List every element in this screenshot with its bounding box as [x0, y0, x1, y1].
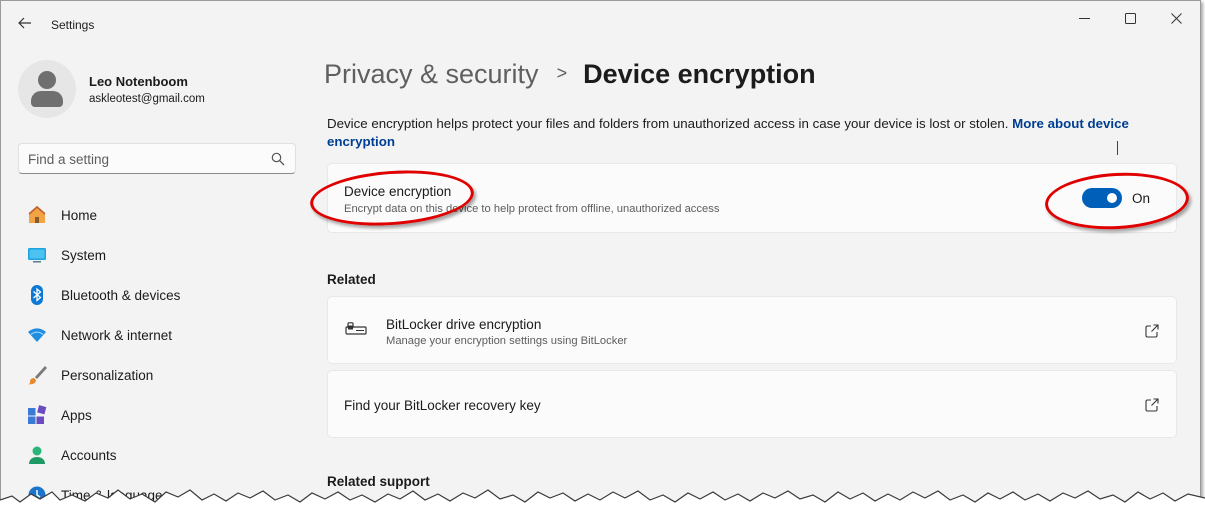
- card-subtitle: Manage your encryption settings using Bi…: [386, 335, 628, 347]
- card-title: Find your BitLocker recovery key: [344, 398, 541, 413]
- sidebar-item-label: Personalization: [61, 367, 154, 383]
- page-description: Device encryption helps protect your fil…: [327, 115, 1177, 151]
- profile-email: askleotest@gmail.com: [89, 92, 205, 105]
- sidebar-item-network[interactable]: Network & internet: [18, 315, 296, 355]
- search-input[interactable]: [28, 150, 268, 168]
- sidebar-item-apps[interactable]: Apps: [18, 395, 296, 435]
- bitlocker-card[interactable]: BitLocker drive encryption Manage your e…: [327, 296, 1177, 364]
- sidebar-nav: Home System Bluetooth & devices Network …: [18, 195, 296, 515]
- bitlocker-key-icon: [345, 322, 367, 335]
- annotation-tick: [1117, 141, 1118, 155]
- sidebar-item-accounts[interactable]: Accounts: [18, 435, 296, 475]
- settings-window: Settings Leo Notenboom askleotest@gmail.…: [0, 0, 1201, 516]
- breadcrumb: Privacy & security > Device encryption: [324, 59, 816, 90]
- open-external-icon[interactable]: [1145, 324, 1159, 338]
- app-title: Settings: [51, 18, 95, 32]
- sidebar-item-label: Apps: [61, 407, 92, 423]
- sidebar-item-home[interactable]: Home: [18, 195, 296, 235]
- device-encryption-toggle[interactable]: [1082, 188, 1122, 208]
- home-icon: [26, 204, 48, 226]
- search-box[interactable]: [18, 143, 296, 174]
- toggle-state-label: On: [1132, 191, 1151, 206]
- avatar: [18, 60, 76, 118]
- back-button[interactable]: [13, 15, 37, 35]
- apps-icon: [26, 404, 48, 426]
- breadcrumb-separator: >: [556, 63, 568, 83]
- minimize-icon: [1078, 17, 1090, 19]
- page-title: Device encryption: [583, 59, 816, 89]
- card-subtitle: Encrypt data on this device to help prot…: [344, 203, 720, 215]
- sidebar-item-bluetooth[interactable]: Bluetooth & devices: [18, 275, 296, 315]
- close-icon: [1170, 12, 1182, 24]
- torn-edge: [0, 489, 1205, 520]
- description-text: Device encryption helps protect your fil…: [327, 116, 1013, 131]
- sidebar-item-label: Accounts: [61, 447, 117, 463]
- bluetooth-icon: [26, 284, 48, 306]
- user-profile[interactable]: Leo Notenboom askleotest@gmail.com: [18, 59, 205, 119]
- profile-name: Leo Notenboom: [89, 73, 188, 89]
- sidebar-item-system[interactable]: System: [18, 235, 296, 275]
- minimize-button[interactable]: [1061, 7, 1107, 29]
- recovery-key-card[interactable]: Find your BitLocker recovery key: [327, 370, 1177, 438]
- accounts-icon: [26, 444, 48, 466]
- device-encryption-card: Device encryption Encrypt data on this d…: [327, 163, 1177, 233]
- sidebar-item-label: Home: [61, 207, 98, 223]
- arrow-left-icon: [18, 17, 31, 29]
- title-bar: Settings: [1, 1, 1200, 49]
- toggle-knob: [1107, 193, 1117, 203]
- sidebar-item-personalization[interactable]: Personalization: [18, 355, 296, 395]
- sidebar-item-label: Bluetooth & devices: [61, 287, 181, 303]
- breadcrumb-parent-link[interactable]: Privacy & security: [324, 59, 539, 90]
- system-monitor-icon: [26, 244, 48, 266]
- paintbrush-icon: [26, 364, 48, 386]
- maximize-icon: [1124, 12, 1136, 24]
- card-title: BitLocker drive encryption: [386, 317, 542, 332]
- search-icon[interactable]: [271, 152, 285, 166]
- card-title: Device encryption: [344, 184, 452, 199]
- maximize-button[interactable]: [1107, 7, 1153, 29]
- related-heading: Related: [327, 272, 376, 287]
- sidebar-item-label: System: [61, 247, 107, 263]
- wifi-icon: [26, 324, 48, 346]
- open-external-icon[interactable]: [1145, 398, 1159, 412]
- sidebar-item-label: Network & internet: [61, 327, 173, 343]
- close-button[interactable]: [1153, 7, 1199, 29]
